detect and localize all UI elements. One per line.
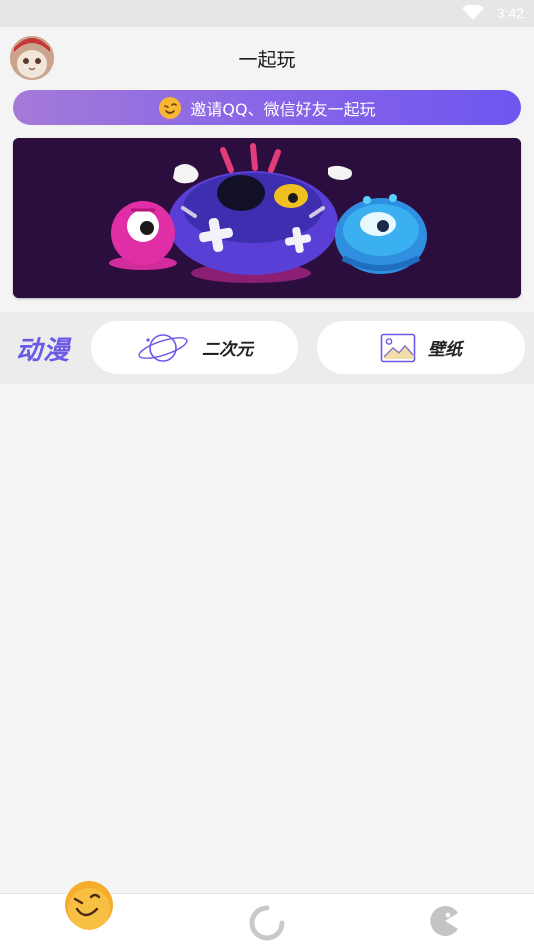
nav-home-tab[interactable] (63, 879, 115, 931)
status-time: 3:42 (496, 5, 524, 21)
nav-discover-tab[interactable] (248, 904, 286, 942)
invite-friends-button[interactable]: 邀请QQ、微信好友一起玩 (13, 90, 521, 125)
status-bar: 3:42 (0, 0, 534, 27)
wink-emoji-icon (159, 96, 182, 119)
page-title: 一起玩 (238, 49, 296, 71)
pacman-icon (430, 906, 458, 936)
bottom-navigation (0, 881, 534, 950)
monsters-illustration (13, 138, 521, 298)
category-title: 动漫 (16, 336, 71, 366)
wifi-icon (462, 5, 484, 20)
category-wallpaper-label: 壁纸 (428, 340, 462, 360)
loading-refresh-icon (249, 905, 285, 941)
category-wallpaper-button[interactable]: 壁纸 (317, 321, 525, 374)
invite-text: 邀请QQ、微信好友一起玩 (190, 99, 376, 119)
category-erciyuan-label: 二次元 (202, 340, 253, 360)
nav-profile-tab[interactable] (428, 904, 462, 938)
planet-icon (138, 333, 188, 362)
home-emoji-icon (65, 881, 113, 930)
category-erciyuan-button[interactable]: 二次元 (91, 321, 298, 374)
image-icon (380, 333, 416, 362)
promo-banner[interactable] (13, 138, 521, 298)
app-header: 一起玩 (0, 27, 534, 87)
category-bar: 动漫 二次元 壁纸 (0, 312, 534, 384)
